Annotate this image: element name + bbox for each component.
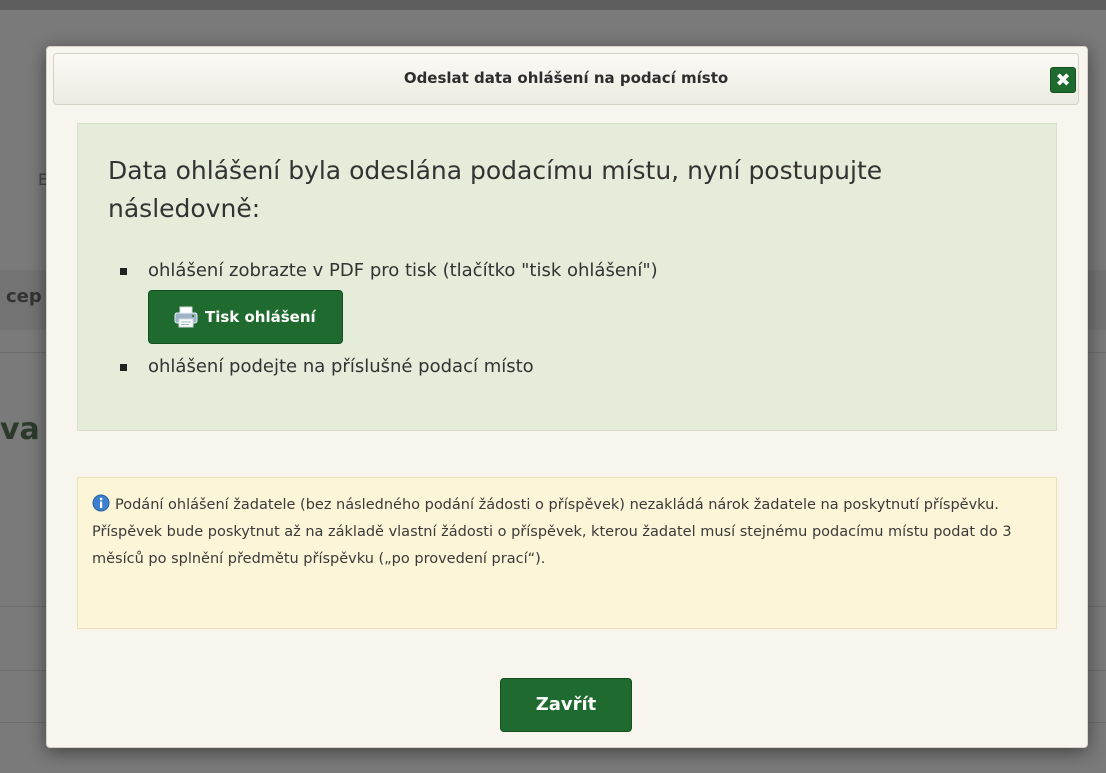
info-icon: [92, 494, 110, 512]
info-message: Podání ohlášení žadatele (bez následného…: [92, 492, 1022, 573]
printer-icon: [174, 306, 198, 328]
close-button[interactable]: Zavřít: [500, 678, 632, 732]
steps-list: ohlášení zobrazte v PDF pro tisk (tlačít…: [108, 258, 658, 380]
success-panel: Data ohlášení byla odeslána podacímu mís…: [77, 123, 1057, 431]
background-text-fragment: va: [0, 412, 40, 447]
list-item: ohlášení zobrazte v PDF pro tisk (tlačít…: [108, 258, 658, 354]
info-text: Podání ohlášení žadatele (bez následného…: [92, 497, 1012, 567]
dialog-title: Odeslat data ohlášení na podací místo: [403, 69, 729, 87]
bullet-icon: [120, 364, 127, 371]
step-text: ohlášení podejte na příslušné podací mís…: [148, 356, 534, 377]
success-heading: Data ohlášení byla odeslána podacímu mís…: [108, 156, 883, 223]
step-text: ohlášení zobrazte v PDF pro tisk (tlačít…: [148, 260, 658, 281]
send-report-dialog: Odeslat data ohlášení na podací místo ✖ …: [46, 46, 1088, 748]
background-topbar: [0, 0, 1106, 10]
print-button-label: Tisk ohlášení: [205, 308, 316, 326]
list-item: ohlášení podejte na příslušné podací mís…: [108, 354, 658, 380]
background-text-fragment: cep: [6, 286, 42, 307]
print-report-button[interactable]: Tisk ohlášení: [148, 290, 343, 344]
info-panel: Podání ohlášení žadatele (bez následného…: [77, 477, 1057, 629]
bullet-icon: [120, 268, 127, 275]
dialog-header: Odeslat data ohlášení na podací místo ✖: [53, 53, 1079, 105]
close-icon[interactable]: ✖: [1050, 67, 1076, 93]
